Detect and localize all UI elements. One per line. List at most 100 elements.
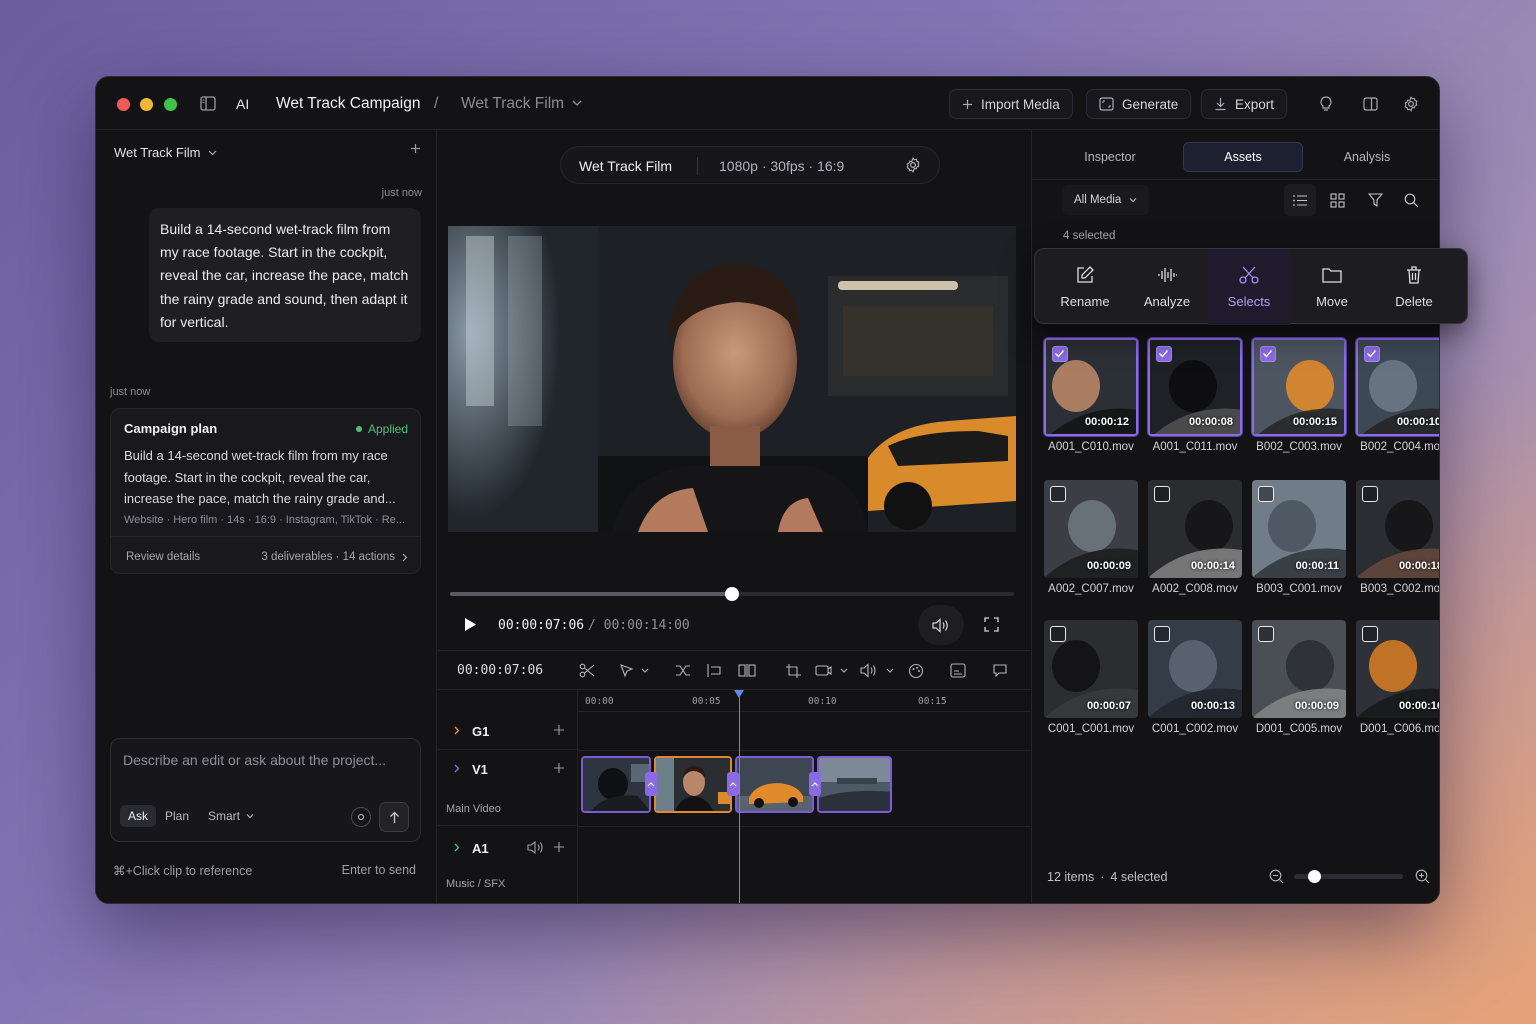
chevron-right-icon[interactable] (454, 726, 460, 735)
select-checkbox[interactable] (1052, 346, 1068, 362)
track-header-a1[interactable]: A1 Music / SFX (438, 826, 577, 903)
project-title[interactable]: Wet Track Campaign (276, 95, 420, 113)
asset-thumbnail[interactable]: 00:00:09 (1252, 620, 1346, 718)
layout-panel-icon[interactable] (1354, 89, 1386, 119)
select-arrow-icon[interactable] (619, 663, 649, 678)
search-icon[interactable] (1404, 193, 1419, 208)
camera-icon[interactable] (815, 663, 849, 678)
timeline-ruler[interactable]: 00:00 00:05 00:10 00:15 (577, 690, 1031, 712)
asset-thumbnail[interactable]: 00:00:13 (1148, 620, 1242, 718)
review-details-link[interactable]: Review details (126, 551, 200, 563)
model-smart-dropdown[interactable]: Smart (200, 805, 262, 827)
chevron-right-icon[interactable] (454, 764, 460, 773)
color-palette-icon[interactable] (908, 663, 924, 679)
add-track-plus-icon[interactable] (554, 842, 564, 852)
track-header-v1[interactable]: V1 Main Video (438, 750, 577, 826)
subtitles-icon[interactable] (950, 663, 966, 678)
new-chat-plus-icon[interactable] (410, 143, 421, 154)
analyze-button[interactable]: Analyze (1126, 249, 1208, 325)
record-circle-icon[interactable] (351, 807, 371, 827)
generate-button[interactable]: Generate (1086, 89, 1192, 119)
timeline-clip[interactable] (654, 756, 732, 813)
timeline-clip[interactable] (817, 756, 892, 813)
tab-assets[interactable]: Assets (1183, 142, 1303, 172)
zoom-slider[interactable] (1294, 870, 1403, 883)
move-button[interactable]: Move (1291, 249, 1373, 325)
volume-icon[interactable] (918, 605, 964, 645)
ripple-icon[interactable] (675, 663, 691, 678)
media-filter-dropdown[interactable]: All Media (1062, 185, 1150, 215)
mode-plan-tab[interactable]: Plan (157, 805, 197, 827)
timeline-playhead[interactable] (739, 690, 740, 903)
list-view-icon[interactable] (1284, 184, 1316, 216)
campaign-plan-card[interactable]: Campaign plan Applied Build a 14-second … (110, 408, 421, 574)
asset-thumbnail[interactable]: 00:00:11 (1252, 480, 1346, 578)
rename-button[interactable]: Rename (1044, 249, 1126, 325)
select-checkbox[interactable] (1154, 486, 1170, 502)
selects-button[interactable]: Selects (1208, 249, 1290, 325)
video-preview[interactable] (448, 226, 1016, 532)
asset-thumbnail[interactable]: 00:00:16 (1356, 620, 1439, 718)
transition-marker-icon[interactable] (727, 772, 739, 796)
asset-thumbnail[interactable]: 00:00:15 (1252, 338, 1346, 436)
trim-split-icon[interactable] (738, 663, 756, 678)
asset-thumbnail[interactable]: 00:00:08 (1148, 338, 1242, 436)
track-volume-icon[interactable] (527, 841, 544, 854)
maximize-window-button[interactable] (164, 98, 177, 111)
scissors-icon[interactable] (579, 663, 595, 678)
minimize-window-button[interactable] (140, 98, 153, 111)
filter-funnel-icon[interactable] (1368, 193, 1383, 208)
crop-frame-icon[interactable] (785, 663, 802, 679)
select-checkbox[interactable] (1362, 626, 1378, 642)
send-arrow-icon[interactable] (379, 802, 409, 832)
play-icon[interactable] (464, 617, 477, 632)
export-button[interactable]: Export (1201, 89, 1288, 119)
lightbulb-icon[interactable] (1310, 89, 1342, 119)
film-breadcrumb[interactable]: Wet Track Film (461, 95, 564, 113)
asset-thumbnail[interactable]: 00:00:12 (1044, 338, 1138, 436)
zoom-in-icon[interactable] (1415, 869, 1430, 884)
select-checkbox[interactable] (1258, 486, 1274, 502)
comment-icon[interactable] (992, 663, 1008, 678)
asset-thumbnail[interactable]: 00:00:09 (1044, 480, 1138, 578)
select-checkbox[interactable] (1362, 486, 1378, 502)
settings-gear-icon[interactable] (1395, 89, 1427, 119)
chevron-down-icon[interactable] (572, 99, 582, 107)
tab-inspector[interactable]: Inspector (1050, 142, 1170, 172)
sidebar-toggle-icon[interactable] (200, 96, 216, 111)
select-checkbox[interactable] (1050, 486, 1066, 502)
transition-marker-icon[interactable] (645, 772, 657, 796)
plan-summary[interactable]: 3 deliverables · 14 actions (261, 551, 408, 563)
delete-button[interactable]: Delete (1373, 249, 1455, 325)
add-track-plus-icon[interactable] (554, 725, 564, 735)
select-checkbox[interactable] (1156, 346, 1172, 362)
playhead-knob[interactable] (725, 587, 739, 601)
prompt-input[interactable]: Describe an edit or ask about the projec… (123, 752, 386, 768)
fullscreen-icon[interactable] (984, 617, 999, 632)
import-media-button[interactable]: Import Media (949, 89, 1073, 119)
asset-thumbnail[interactable]: 00:00:10 (1356, 338, 1439, 436)
tab-analysis[interactable]: Analysis (1307, 142, 1427, 172)
mode-ask-tab[interactable]: Ask (120, 805, 157, 827)
audio-icon[interactable] (860, 663, 896, 678)
asset-thumbnail[interactable]: 00:00:18 (1356, 480, 1439, 578)
zoom-slider-knob[interactable] (1307, 870, 1321, 883)
select-checkbox[interactable] (1258, 626, 1274, 642)
viewer-settings-gear-icon[interactable] (905, 157, 921, 173)
track-header-g1[interactable]: G1 (438, 712, 577, 750)
transition-marker-icon[interactable] (809, 772, 821, 796)
timeline-clip[interactable] (735, 756, 814, 813)
grid-view-icon[interactable] (1330, 193, 1345, 208)
select-checkbox[interactable] (1364, 346, 1380, 362)
select-checkbox[interactable] (1260, 346, 1276, 362)
asset-thumbnail[interactable]: 00:00:07 (1044, 620, 1138, 718)
playback-progress-bar[interactable] (450, 587, 1014, 601)
close-window-button[interactable] (117, 98, 130, 111)
film-selector[interactable]: Wet Track Film (114, 145, 217, 160)
playhead-marker-icon[interactable] (734, 690, 744, 698)
timeline-clip[interactable] (581, 756, 651, 813)
add-track-plus-icon[interactable] (554, 763, 564, 773)
zoom-out-icon[interactable] (1269, 869, 1284, 884)
select-checkbox[interactable] (1050, 626, 1066, 642)
chevron-right-icon[interactable] (454, 843, 460, 852)
